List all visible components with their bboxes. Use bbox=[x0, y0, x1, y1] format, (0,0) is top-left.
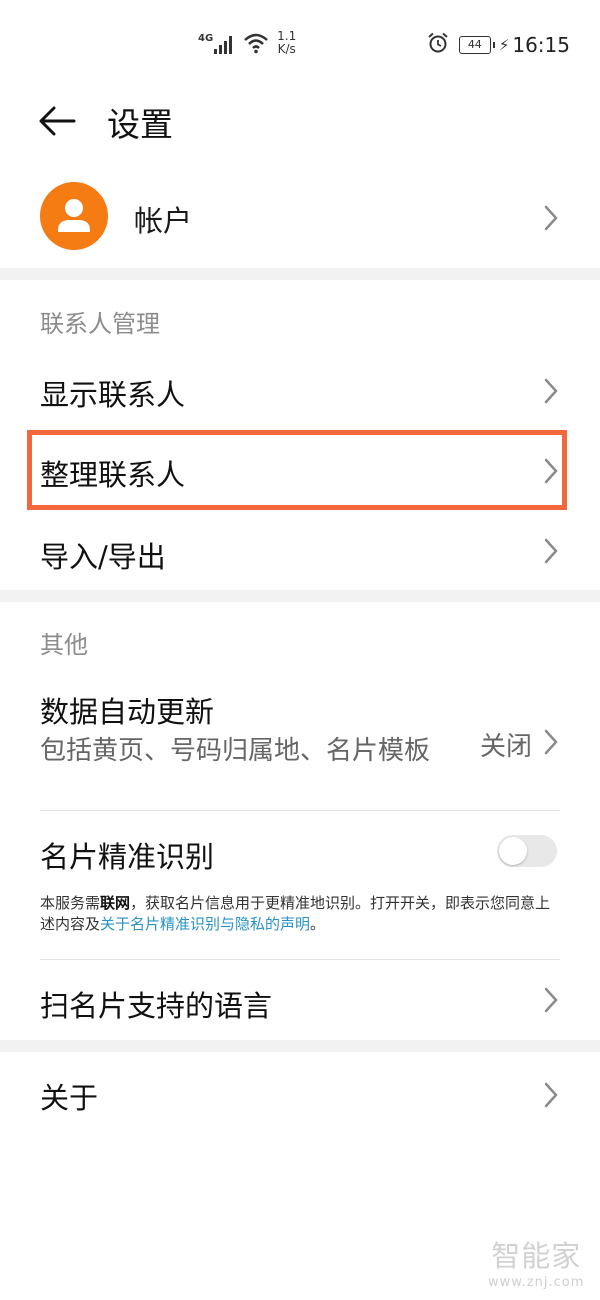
privacy-statement-link[interactable]: 关于名片精准识别与隐私的声明 bbox=[100, 915, 310, 933]
battery-level: 44 bbox=[467, 38, 482, 51]
section-title-other: 其他 bbox=[40, 631, 88, 659]
display-contacts-row[interactable]: 显示联系人 bbox=[0, 358, 600, 428]
notice-text-end: 。 bbox=[310, 915, 326, 933]
data-auto-update-value: 关闭 bbox=[479, 732, 532, 762]
notice-bold: 联网 bbox=[100, 894, 131, 912]
import-export-row[interactable]: 导入/导出 bbox=[0, 516, 600, 588]
about-label: 关于 bbox=[40, 1081, 99, 1115]
watermark-text: 智能家 bbox=[491, 1239, 582, 1273]
section-divider bbox=[0, 1040, 600, 1052]
chevron-right-icon bbox=[544, 729, 558, 755]
status-bar: 4G 1.1 K/s 44 ⚡ 16:15 bbox=[0, 0, 600, 88]
charging-icon: ⚡ bbox=[498, 36, 510, 54]
chevron-right-icon bbox=[544, 987, 558, 1013]
signal-icon bbox=[214, 34, 234, 54]
speed-unit: K/s bbox=[277, 42, 296, 56]
chevron-right-icon bbox=[544, 378, 558, 404]
scan-languages-label: 扫名片支持的语言 bbox=[40, 989, 273, 1023]
section-title-contacts: 联系人管理 bbox=[40, 310, 160, 338]
chevron-right-icon bbox=[544, 538, 558, 564]
data-auto-update-description: 包括黄页、号码归属地、名片模板 bbox=[40, 736, 431, 766]
back-arrow-icon bbox=[39, 106, 76, 136]
alarm-icon bbox=[427, 32, 449, 58]
status-right-group: 44 ⚡ 16:15 bbox=[427, 32, 570, 58]
chevron-right-icon bbox=[544, 458, 558, 484]
data-auto-update-label: 数据自动更新 bbox=[40, 695, 215, 729]
about-row[interactable]: 关于 bbox=[0, 1060, 600, 1130]
card-recognition-toggle[interactable] bbox=[497, 835, 557, 867]
card-recognition-label: 名片精准识别 bbox=[40, 840, 215, 874]
battery-icon: 44 bbox=[458, 36, 495, 54]
privacy-notice: 本服务需联网，获取名片信息用于更精准地识别。打开开关，即表示您同意上述内容及关于… bbox=[40, 893, 565, 935]
row-separator bbox=[40, 810, 560, 811]
chevron-right-icon bbox=[544, 205, 558, 231]
scan-languages-row[interactable]: 扫名片支持的语言 bbox=[0, 965, 600, 1035]
section-divider bbox=[0, 268, 600, 280]
display-contacts-label: 显示联系人 bbox=[40, 378, 186, 412]
import-export-label: 导入/导出 bbox=[40, 540, 166, 574]
watermark: 智能家 www.znj.com bbox=[488, 1233, 584, 1290]
back-button[interactable] bbox=[36, 100, 82, 146]
organize-contacts-row[interactable]: 整理联系人 bbox=[0, 435, 600, 505]
account-row[interactable]: 帐户 bbox=[0, 176, 600, 260]
app-header: 设置 bbox=[0, 88, 600, 160]
notice-text-1: 本服务需 bbox=[40, 894, 101, 912]
status-time: 16:15 bbox=[512, 33, 570, 57]
person-icon bbox=[58, 199, 90, 232]
network-type: 4G bbox=[198, 33, 214, 44]
watermark-url: www.znj.com bbox=[488, 1275, 585, 1290]
row-separator bbox=[40, 959, 560, 960]
status-network-group: 4G 1.1 K/s bbox=[198, 30, 296, 60]
organize-contacts-label: 整理联系人 bbox=[40, 458, 186, 492]
chevron-right-icon bbox=[544, 1082, 558, 1108]
wifi-icon bbox=[243, 32, 269, 58]
section-divider bbox=[0, 590, 600, 602]
page-title: 设置 bbox=[107, 105, 173, 144]
avatar bbox=[40, 182, 108, 250]
account-label: 帐户 bbox=[134, 204, 193, 238]
network-speed: 1.1 K/s bbox=[277, 30, 296, 56]
toggle-knob bbox=[499, 837, 527, 865]
